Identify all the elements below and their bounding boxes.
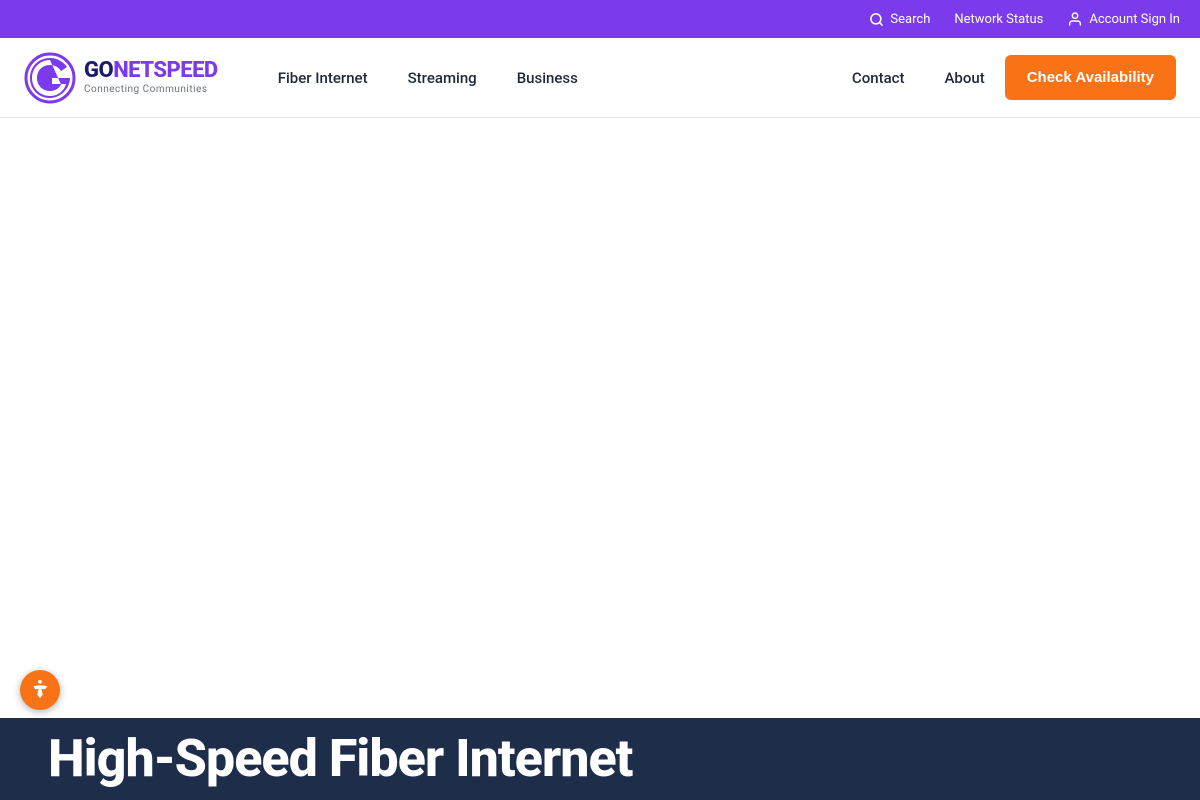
- accessibility-icon: [29, 679, 51, 701]
- logo-brand-prefix: GO: [84, 58, 113, 83]
- check-availability-button[interactable]: Check Availability: [1005, 55, 1176, 100]
- utility-bar: Search Network Status Account Sign In: [0, 0, 1200, 38]
- nav-link-about[interactable]: About: [924, 38, 1004, 118]
- account-sign-in-link[interactable]: Account Sign In: [1067, 11, 1180, 27]
- search-link[interactable]: Search: [868, 11, 930, 27]
- logo-icon: [24, 52, 76, 104]
- logo-link[interactable]: GONETSPEED Connecting Communities: [24, 52, 218, 104]
- bottom-section: High-Speed Fiber Internet: [0, 718, 1200, 800]
- main-navigation: GONETSPEED Connecting Communities Fiber …: [0, 38, 1200, 118]
- search-icon: [868, 11, 884, 27]
- logo-brand-suffix: NETSPEED: [113, 58, 218, 83]
- nav-link-streaming[interactable]: Streaming: [388, 38, 497, 118]
- nav-links: Fiber Internet Streaming Business Contac…: [258, 38, 1005, 118]
- search-label: Search: [890, 12, 930, 27]
- logo-tagline: Connecting Communities: [84, 84, 218, 95]
- nav-link-fiber-internet[interactable]: Fiber Internet: [258, 38, 388, 118]
- logo-brand: GONETSPEED: [84, 60, 218, 82]
- nav-link-contact[interactable]: Contact: [832, 38, 925, 118]
- account-icon: [1067, 11, 1083, 27]
- accessibility-button[interactable]: [20, 670, 60, 710]
- account-sign-in-label: Account Sign In: [1089, 12, 1180, 27]
- network-status-label: Network Status: [954, 12, 1043, 27]
- network-status-link[interactable]: Network Status: [954, 12, 1043, 27]
- nav-link-business[interactable]: Business: [497, 38, 598, 118]
- main-content-area: [0, 118, 1200, 718]
- hero-heading: High-Speed Fiber Internet: [48, 733, 632, 785]
